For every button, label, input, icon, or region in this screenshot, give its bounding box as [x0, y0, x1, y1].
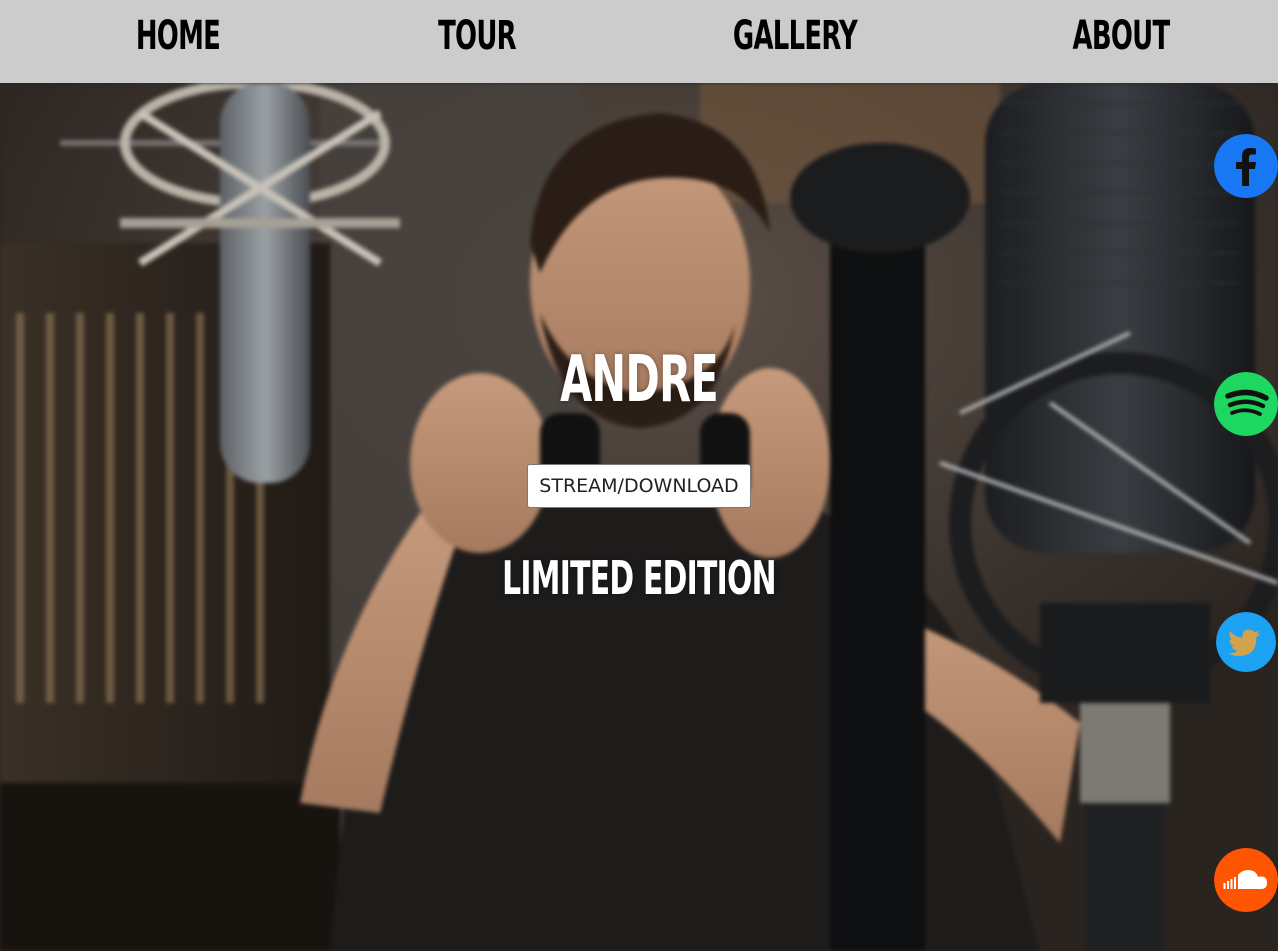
soundcloud-icon[interactable] — [1214, 848, 1278, 912]
limited-edition-heading: LIMITED EDITION — [502, 551, 776, 605]
facebook-icon[interactable] — [1214, 134, 1278, 198]
spotify-icon-graphic — [1214, 372, 1278, 436]
top-navigation: HOME TOUR GALLERY ABOUT — [0, 0, 1278, 83]
soundcloud-icon-graphic — [1214, 848, 1278, 912]
nav-about-link[interactable]: ABOUT — [1042, 0, 1200, 72]
nav-tour-link[interactable]: TOUR — [398, 0, 556, 72]
nav-gallery-link[interactable]: GALLERY — [716, 0, 874, 72]
nav-home-link[interactable]: HOME — [99, 0, 257, 72]
stream-download-button[interactable]: STREAM/DOWNLOAD — [527, 464, 751, 508]
twitter-icon[interactable] — [1216, 612, 1276, 672]
twitter-icon-graphic — [1216, 612, 1276, 672]
spotify-icon[interactable] — [1214, 372, 1278, 436]
artist-name-heading: ANDRE — [560, 343, 719, 417]
facebook-icon-graphic — [1214, 134, 1278, 198]
hero-background-image — [0, 83, 1278, 951]
hero-section: ANDRE STREAM/DOWNLOAD LIMITED EDITION — [0, 83, 1278, 951]
